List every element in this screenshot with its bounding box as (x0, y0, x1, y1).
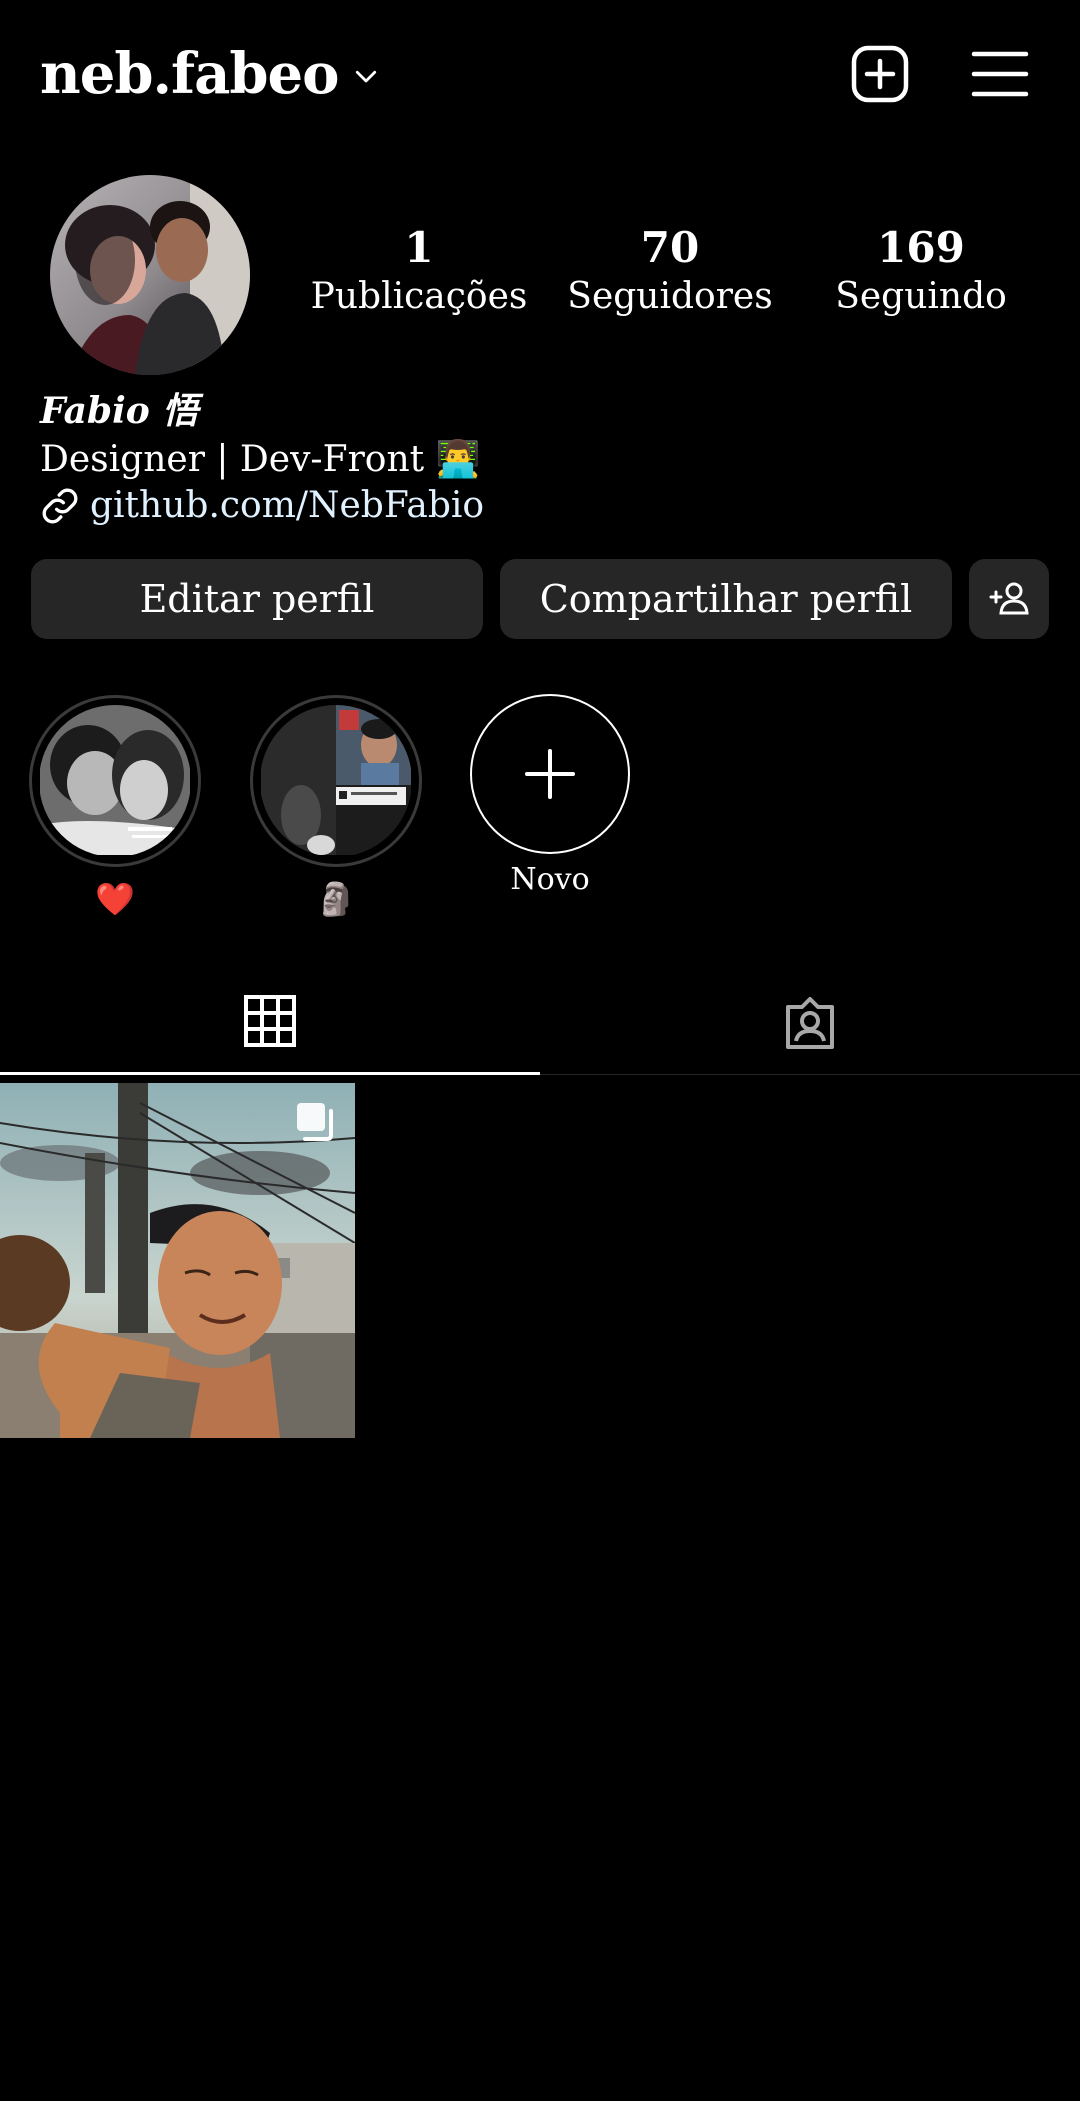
grid-icon (244, 995, 296, 1047)
post-thumbnail[interactable] (0, 1083, 355, 1438)
tab-tagged[interactable] (540, 970, 1080, 1075)
highlight-cover (39, 705, 191, 857)
posts-count[interactable]: 1 Publicações (309, 222, 529, 320)
highlight-item[interactable]: ❤️ (29, 695, 201, 919)
person-add-icon (989, 582, 1029, 615)
highlight-label: 🗿 (316, 880, 356, 918)
bio-link[interactable]: github.com/NebFabio (40, 480, 484, 532)
menu-icon[interactable] (968, 42, 1032, 106)
display-name: Fabio 悟 (40, 390, 199, 432)
profile-avatar[interactable] (50, 175, 250, 375)
following-count[interactable]: 169 Seguindo (811, 222, 1031, 320)
link-icon (42, 488, 78, 524)
username: neb.fabeo (40, 41, 340, 107)
plus-icon (525, 749, 575, 799)
followers-count[interactable]: 70 Seguidores (560, 222, 780, 320)
followers-label: Seguidores (567, 276, 773, 317)
bio-link-text: github.com/NebFabio (90, 485, 485, 526)
highlight-item[interactable]: 🗿 (250, 695, 422, 919)
new-highlight-label: Novo (510, 862, 590, 897)
posts-value: 1 (404, 223, 434, 272)
profile-header: neb.fabeo (0, 0, 1080, 150)
bio-text: Designer | Dev-Front 👨‍💻 (40, 439, 481, 480)
share-profile-button[interactable]: Compartilhar perfil (500, 559, 952, 639)
account-switcher[interactable]: neb.fabeo (40, 36, 381, 112)
create-post-icon[interactable] (848, 42, 912, 106)
tagged-icon (786, 996, 834, 1049)
new-highlight-button[interactable]: Novo (470, 694, 630, 900)
following-value: 169 (877, 223, 965, 272)
highlight-ring (250, 695, 422, 867)
multiple-photos-icon (297, 1103, 333, 1141)
posts-label: Publicações (310, 276, 528, 317)
new-highlight-circle (470, 694, 630, 854)
highlight-ring (29, 695, 201, 867)
discover-people-button[interactable] (969, 559, 1049, 639)
chevron-down-icon (355, 70, 376, 83)
tab-posts-grid[interactable] (0, 970, 540, 1075)
highlight-cover (260, 705, 412, 857)
profile-tabs (0, 970, 1080, 1075)
highlight-label: ❤️ (95, 880, 135, 918)
followers-value: 70 (640, 223, 700, 272)
edit-profile-button[interactable]: Editar perfil (31, 559, 483, 639)
following-label: Seguindo (835, 276, 1007, 317)
